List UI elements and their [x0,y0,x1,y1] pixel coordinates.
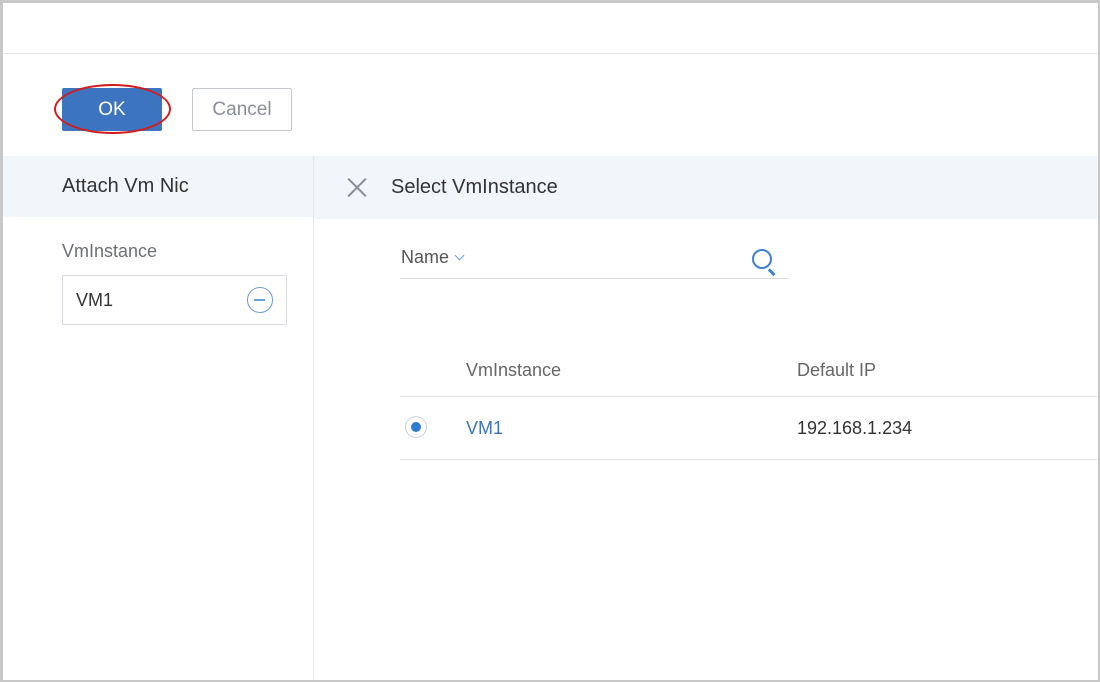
right-panel-title: Select VmInstance [391,176,558,198]
column-header-default-ip: Default IP [797,360,877,380]
table-header: VmInstance Default IP [400,343,1098,397]
panel-divider [313,156,314,680]
cancel-button[interactable]: Cancel [192,88,292,131]
table-row[interactable]: VM1 192.168.1.234 [400,397,1098,460]
vminstance-field-value: VM1 [76,289,114,310]
search-field-label: Name [401,247,450,267]
vminstance-field-label: VmInstance [62,241,158,261]
top-bar [3,3,1098,54]
vminstance-field: VM1 [62,275,287,325]
left-panel-title: Attach Vm Nic [62,175,189,197]
vminstance-table: VmInstance Default IP VM1 192.168.1.234 [400,343,1098,460]
search-bar: Name [400,239,789,279]
minus-circle-icon[interactable] [247,287,273,313]
column-header-vminstance: VmInstance [466,360,562,380]
chevron-down-icon [454,250,465,261]
row-select-radio[interactable] [405,416,427,438]
close-icon[interactable] [346,177,367,198]
dialog-frame: OK Cancel Attach Vm Nic Select VmInstanc… [0,0,1100,682]
search-icon[interactable] [752,249,772,269]
ok-button[interactable]: OK [62,88,162,131]
row-default-ip: 192.168.1.234 [797,418,913,438]
left-panel-header: Attach Vm Nic [3,156,313,217]
row-vm-name-link[interactable]: VM1 [466,418,503,439]
right-panel-header: Select VmInstance [314,156,1098,219]
search-field-dropdown[interactable]: Name [401,247,465,268]
